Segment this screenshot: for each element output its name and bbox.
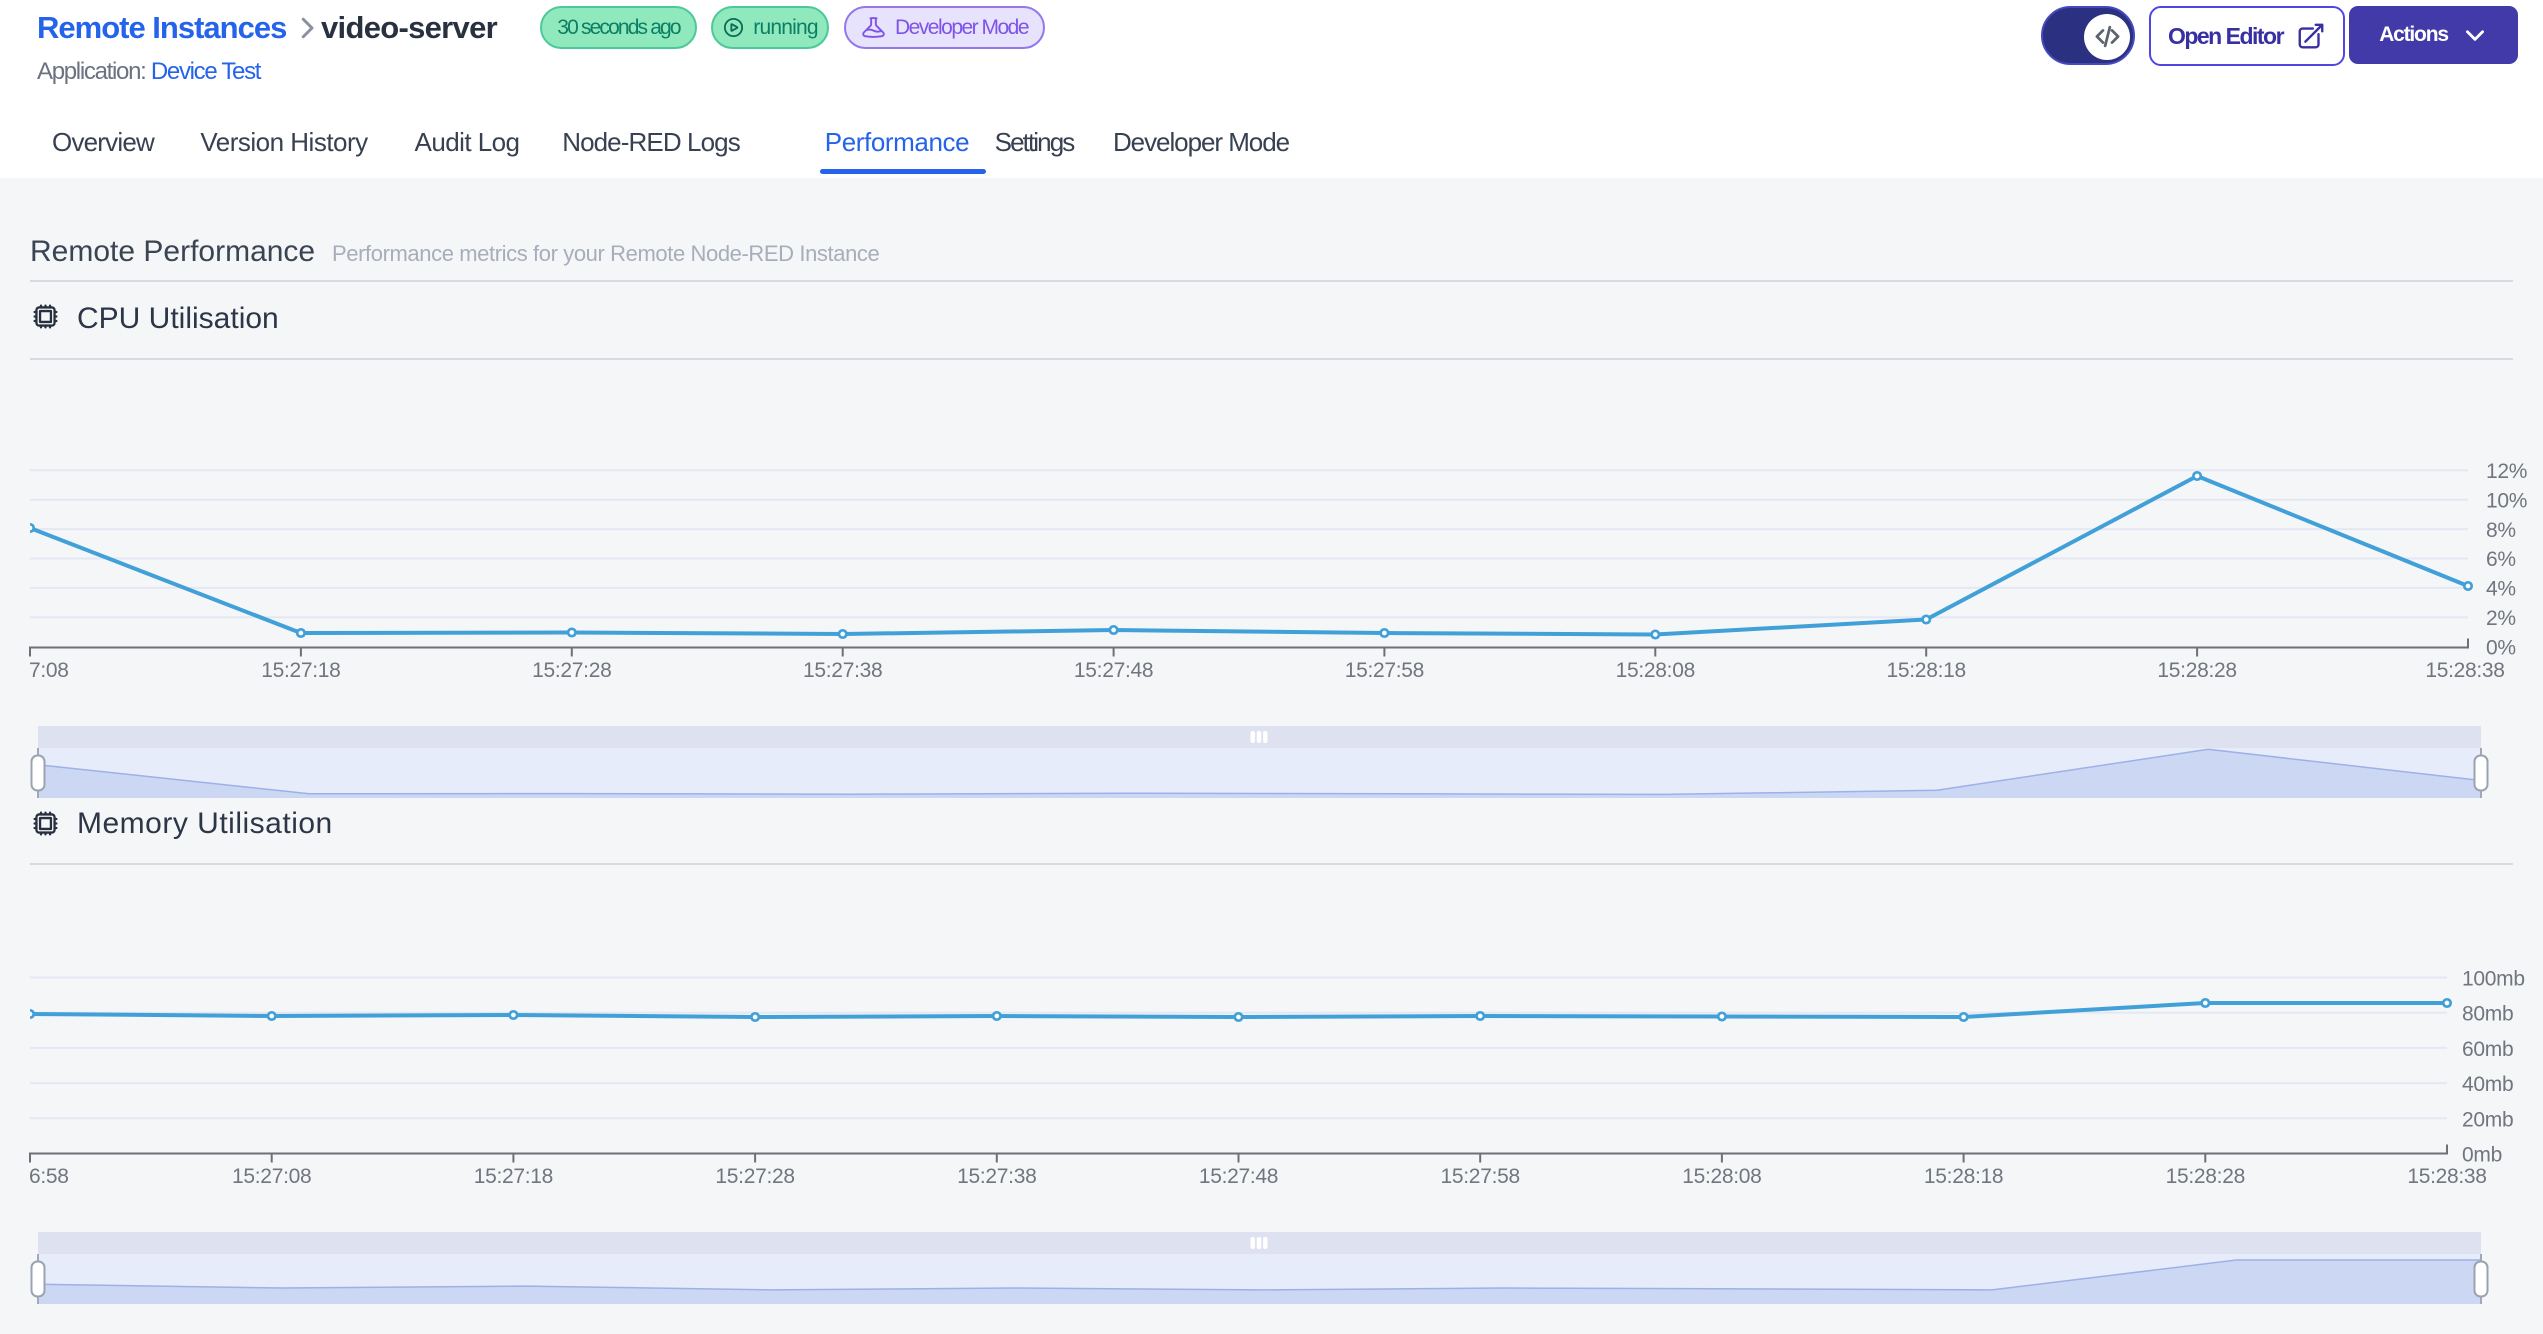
- svg-text:15:28:28: 15:28:28: [2157, 659, 2236, 682]
- svg-text:6:58: 6:58: [29, 1165, 69, 1188]
- svg-text:15:27:18: 15:27:18: [474, 1165, 553, 1188]
- svg-text:15:28:18: 15:28:18: [1924, 1165, 2003, 1188]
- svg-text:80mb: 80mb: [2462, 1003, 2513, 1026]
- svg-text:15:27:58: 15:27:58: [1345, 659, 1424, 682]
- svg-text:10%: 10%: [2486, 489, 2527, 512]
- svg-text:15:27:38: 15:27:38: [957, 1165, 1036, 1188]
- svg-text:15:27:08: 15:27:08: [232, 1165, 311, 1188]
- svg-text:6%: 6%: [2486, 548, 2516, 571]
- svg-text:15:27:28: 15:27:28: [715, 1165, 794, 1188]
- svg-text:0mb: 0mb: [2462, 1144, 2502, 1167]
- svg-text:15:27:58: 15:27:58: [1441, 1165, 1520, 1188]
- svg-text:0%: 0%: [2486, 636, 2516, 659]
- svg-text:15:27:48: 15:27:48: [1074, 659, 1153, 682]
- svg-text:2%: 2%: [2486, 607, 2516, 630]
- svg-text:100mb: 100mb: [2462, 968, 2525, 991]
- svg-text:15:28:28: 15:28:28: [2166, 1165, 2245, 1188]
- svg-text:15:27:18: 15:27:18: [261, 659, 340, 682]
- svg-text:15:27:48: 15:27:48: [1199, 1165, 1278, 1188]
- svg-text:8%: 8%: [2486, 519, 2516, 542]
- svg-text:15:28:38: 15:28:38: [2425, 659, 2504, 682]
- svg-text:40mb: 40mb: [2462, 1073, 2513, 1096]
- svg-text:60mb: 60mb: [2462, 1038, 2513, 1061]
- svg-text:4%: 4%: [2486, 578, 2516, 601]
- svg-text:20mb: 20mb: [2462, 1108, 2513, 1131]
- svg-text:15:28:08: 15:28:08: [1682, 1165, 1761, 1188]
- svg-text:15:28:08: 15:28:08: [1616, 659, 1695, 682]
- svg-text:15:27:28: 15:27:28: [532, 659, 611, 682]
- svg-text:15:28:38: 15:28:38: [2407, 1165, 2486, 1188]
- svg-text:15:28:18: 15:28:18: [1887, 659, 1966, 682]
- svg-text:15:27:38: 15:27:38: [803, 659, 882, 682]
- svg-text:7:08: 7:08: [29, 659, 69, 682]
- svg-text:12%: 12%: [2486, 460, 2527, 483]
